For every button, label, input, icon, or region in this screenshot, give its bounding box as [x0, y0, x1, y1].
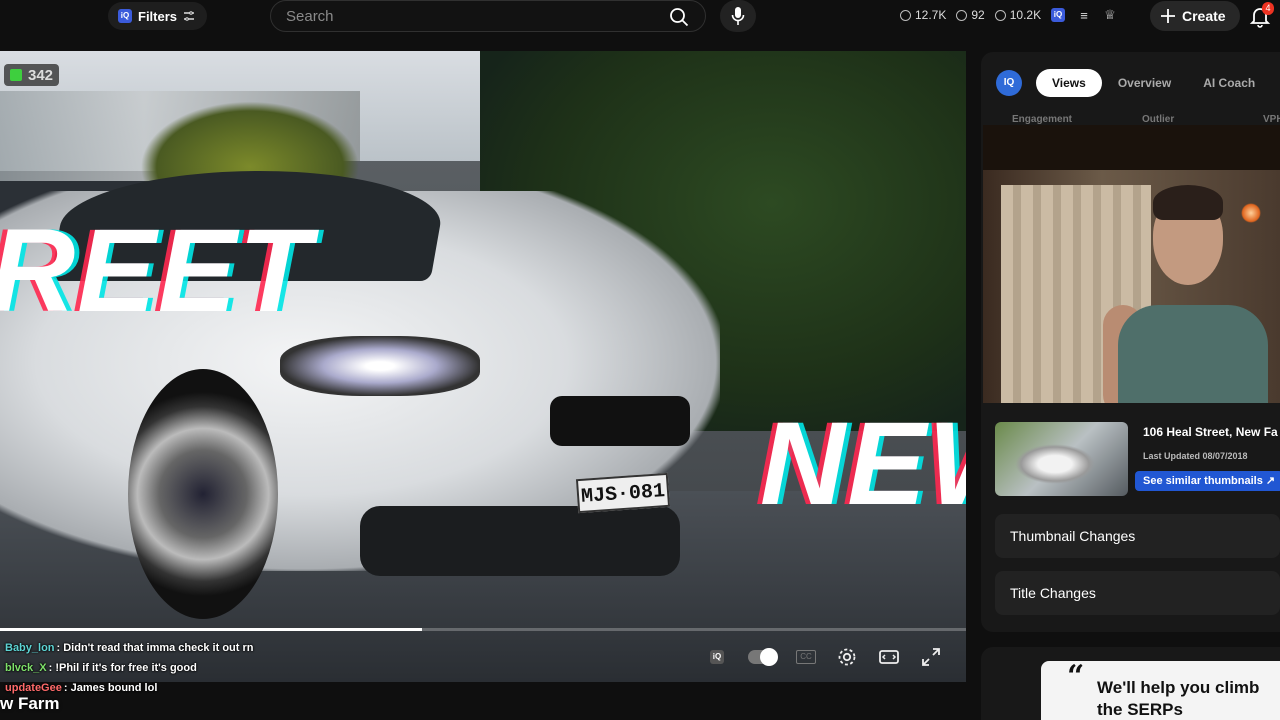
title-changes-section[interactable]: Title Changes	[995, 571, 1280, 615]
chat-overlay: Baby_lon: Didn't read that imma check it…	[0, 638, 420, 698]
create-label: Create	[1182, 8, 1226, 24]
stat-value: 92	[971, 8, 985, 22]
thumbnail-changes-section[interactable]: Thumbnail Changes	[995, 514, 1280, 558]
video-overlay-text-right: NEW	[760, 398, 966, 530]
car-wheel	[128, 369, 278, 619]
progress-fill	[0, 628, 423, 631]
filters-button[interactable]: iQ Filters	[108, 2, 208, 30]
list-icon[interactable]: ≡	[1076, 7, 1092, 23]
car-grille	[550, 396, 690, 446]
channel-stats: 12.7K 92 10.2K	[900, 8, 1041, 22]
streamer-hair	[1153, 185, 1223, 220]
toolbar-icons: iQ ≡ ♕	[1050, 7, 1118, 23]
iq-logo-icon: iQ	[118, 9, 132, 23]
see-similar-thumbnails-button[interactable]: See similar thumbnails ↗	[1135, 471, 1280, 491]
ad-text: We'll help you climb the SERPs	[1097, 678, 1260, 719]
plus-icon	[1161, 9, 1175, 23]
subtab-vph[interactable]: VPH	[1263, 114, 1280, 125]
license-plate: MJS·081	[575, 472, 671, 514]
fullscreen-icon[interactable]	[920, 646, 942, 668]
autoplay-toggle[interactable]	[748, 648, 778, 666]
chat-message: Baby_lon: Didn't read that imma check it…	[0, 638, 420, 658]
chat-text: : Didn't read that imma check it out rn	[56, 642, 254, 654]
video-player[interactable]: MJS·081 REET NEW 342 iQ CC	[0, 51, 966, 682]
filters-label: Filters	[138, 8, 178, 24]
panel-tabs: IQ Views Overview AI Coach	[981, 65, 1280, 101]
chat-text: : James bound lol	[63, 682, 158, 694]
chat-message: updateGee: James bound lol	[0, 678, 420, 698]
clock-icon	[900, 9, 911, 21]
cc-icon[interactable]: CC	[796, 650, 816, 664]
stat-value: 12.7K	[915, 8, 947, 22]
analytics-panel: IQ Views Overview AI Coach Engagement Ou…	[981, 52, 1280, 632]
search-input[interactable]	[271, 7, 641, 25]
streamer-shirt	[1118, 305, 1268, 403]
iq-logo-icon: IQ	[996, 70, 1022, 96]
video-thumbnail[interactable]	[995, 422, 1128, 496]
chat-text: : !Phil if it's for free it's good	[48, 662, 197, 674]
viewer-icon	[10, 69, 22, 81]
stat-watching: 10.2K	[994, 8, 1042, 22]
iq-logo-icon[interactable]: iQ	[1050, 7, 1066, 23]
stream-title: w Farm	[0, 694, 60, 713]
video-overlay-text-left: REET	[0, 205, 313, 337]
notification-badge: 4	[1262, 2, 1274, 15]
subtab-engagement[interactable]: Engagement	[1012, 114, 1072, 125]
tab-ai-coach[interactable]: AI Coach	[1187, 69, 1271, 97]
chat-message: blvck_X: !Phil if it's for free it's goo…	[0, 658, 420, 678]
theater-icon[interactable]	[878, 646, 900, 668]
chat-username: blvck_X	[5, 662, 47, 674]
viewer-count: 342	[28, 66, 54, 84]
eye-icon	[956, 9, 968, 21]
search-box	[270, 0, 706, 32]
chat-username: updateGee	[5, 682, 62, 694]
player-controls: iQ CC	[706, 646, 942, 668]
last-updated: Last Updated 08/07/2018	[1143, 451, 1248, 461]
mic-icon	[731, 7, 745, 25]
webcam-ceiling	[983, 125, 1280, 170]
thumbnail-car	[1015, 444, 1095, 484]
stat-value: 10.2K	[1009, 8, 1042, 22]
car-bumper	[360, 506, 680, 576]
iq-icon[interactable]: iQ	[706, 646, 728, 668]
trophy-icon[interactable]: ♕	[1102, 7, 1118, 23]
streamer	[1103, 185, 1280, 403]
chat-username: Baby_lon	[5, 642, 55, 654]
create-button[interactable]: Create	[1150, 1, 1240, 31]
top-bar: iQ Filters 12.7K 92 10.2K iQ ≡ ♕ Create …	[0, 0, 1280, 32]
stat-views: 92	[956, 8, 985, 22]
subtab-outlier[interactable]: Outlier	[1142, 114, 1174, 125]
webcam-feed	[983, 125, 1280, 403]
video-card[interactable]: 106 Heal Street, New Fa Last Updated 08/…	[995, 420, 1280, 500]
car-headlight	[280, 336, 480, 396]
tab-overview[interactable]: Overview	[1102, 69, 1187, 97]
search-icon[interactable]	[669, 7, 689, 27]
settings-icon[interactable]	[836, 646, 858, 668]
tab-views[interactable]: Views	[1036, 69, 1102, 97]
video-title[interactable]: 106 Heal Street, New Fa	[1143, 425, 1278, 439]
filter-icon	[184, 11, 195, 21]
progress-bar[interactable]	[0, 628, 966, 631]
quote-icon: “	[1067, 659, 1085, 694]
ad-banner[interactable]: “ We'll help you climb the SERPs	[981, 647, 1280, 720]
stat-subscribers: 12.7K	[900, 8, 946, 22]
voice-search-button[interactable]	[720, 0, 756, 32]
eye-icon	[994, 9, 1006, 21]
viewer-count-badge: 342	[4, 64, 60, 86]
